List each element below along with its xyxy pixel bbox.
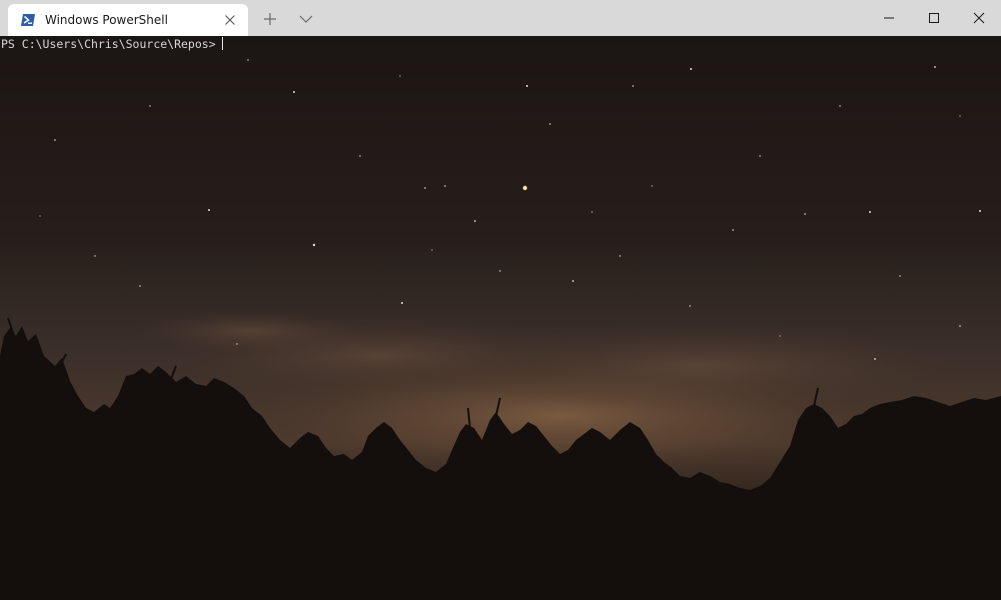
minimize-icon bbox=[884, 17, 894, 19]
prompt-text: PS C:\Users\Chris\Source\Repos> bbox=[1, 37, 216, 51]
close-window-button[interactable] bbox=[956, 0, 1001, 36]
chevron-down-icon[interactable] bbox=[298, 12, 314, 26]
terminal-pane[interactable]: PS C:\Users\Chris\Source\Repos> bbox=[0, 36, 1001, 600]
powershell-icon bbox=[21, 14, 35, 26]
close-icon[interactable] bbox=[223, 13, 237, 27]
text-cursor bbox=[221, 37, 223, 50]
tab-windows-powershell[interactable]: Windows PowerShell bbox=[8, 4, 248, 36]
tab-title: Windows PowerShell bbox=[45, 13, 168, 27]
minimize-button[interactable] bbox=[866, 0, 912, 36]
maximize-icon bbox=[929, 13, 939, 23]
close-icon bbox=[973, 12, 985, 24]
terminal-window: Windows PowerShell PS C:\Users\Chris\Sou… bbox=[0, 0, 1001, 600]
maximize-button[interactable] bbox=[911, 0, 957, 36]
night-sky-background bbox=[0, 36, 1001, 600]
title-bar[interactable]: Windows PowerShell bbox=[0, 0, 1001, 36]
plus-icon[interactable] bbox=[262, 11, 278, 27]
prompt-line[interactable]: PS C:\Users\Chris\Source\Repos> bbox=[1, 37, 223, 51]
